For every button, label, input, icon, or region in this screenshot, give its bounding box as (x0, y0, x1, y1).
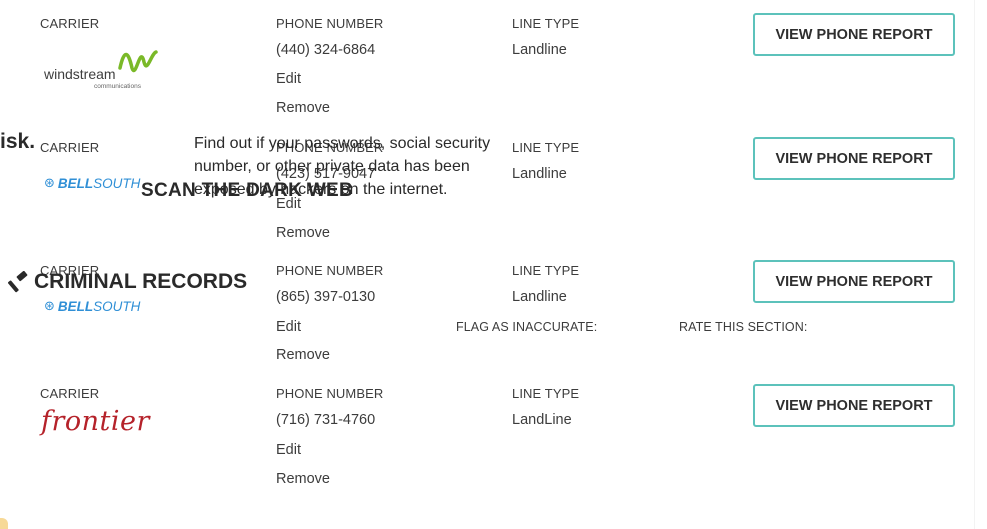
gavel-icon (8, 271, 28, 293)
view-phone-report-button[interactable]: VIEW PHONE REPORT (753, 13, 955, 56)
edit-link[interactable]: Edit (276, 319, 301, 335)
carrier-label: CARRIER (40, 16, 100, 31)
bellsouth-wordmark-bold: BELL (57, 298, 94, 314)
bellsouth-bell-icon: ⊛ (44, 175, 55, 190)
line-type-label: LINE TYPE (512, 263, 580, 278)
phone-number-label: PHONE NUMBER (276, 386, 384, 401)
bellsouth-wordmark-light: SOUTH (93, 175, 141, 191)
edit-link[interactable]: Edit (276, 71, 301, 87)
scan-dark-web-title[interactable]: SCAN THE DARK WEB (141, 180, 353, 202)
remove-link[interactable]: Remove (276, 347, 330, 363)
line-type-value: Landline (512, 289, 567, 305)
flag-inaccurate-label[interactable]: FLAG AS INACCURATE: (456, 320, 597, 334)
corner-badge-fragment (0, 518, 8, 529)
phone-number-label: PHONE NUMBER (276, 263, 384, 278)
bellsouth-logo: ⊛ BELL SOUTH (44, 175, 140, 191)
phone-number-value: (865) 397-0130 (276, 289, 376, 305)
line-type-label: LINE TYPE (512, 386, 580, 401)
phone-number-value: (440) 324-6864 (276, 42, 376, 58)
edit-link[interactable]: Edit (276, 442, 301, 458)
bellsouth-logo: ⊛ BELL SOUTH (44, 298, 140, 314)
line-type-value: LandLine (512, 412, 572, 428)
bellsouth-bell-icon: ⊛ (44, 298, 55, 313)
carrier-label: CARRIER (40, 140, 100, 155)
line-type-value: Landline (512, 42, 567, 58)
bellsouth-wordmark-bold: BELL (57, 175, 94, 191)
bellsouth-wordmark-light: SOUTH (93, 298, 141, 314)
criminal-records-title: CRIMINAL RECORDS (34, 270, 248, 293)
rate-section-label: RATE THIS SECTION: (679, 320, 808, 334)
remove-link[interactable]: Remove (276, 100, 330, 116)
phone-number-label: PHONE NUMBER (276, 16, 384, 31)
remove-link[interactable]: Remove (276, 471, 330, 487)
windstream-logo: windstream communications (44, 40, 164, 92)
phone-number-value: (716) 731-4760 (276, 412, 376, 428)
frontier-logo: frontier (41, 406, 150, 437)
view-phone-report-button[interactable]: VIEW PHONE REPORT (753, 260, 955, 303)
risk-fragment-text: isk. (0, 130, 36, 153)
remove-link[interactable]: Remove (276, 225, 330, 241)
carrier-label: CARRIER (40, 386, 100, 401)
criminal-records-heading: CRIMINAL RECORDS (8, 270, 247, 294)
right-edge-divider (974, 0, 975, 529)
view-phone-report-button[interactable]: VIEW PHONE REPORT (753, 384, 955, 427)
windstream-sub: communications (94, 83, 141, 90)
windstream-wave-icon (118, 50, 158, 73)
line-type-label: LINE TYPE (512, 16, 580, 31)
view-phone-report-button[interactable]: VIEW PHONE REPORT (753, 137, 955, 180)
windstream-wordmark: windstream (44, 66, 116, 82)
